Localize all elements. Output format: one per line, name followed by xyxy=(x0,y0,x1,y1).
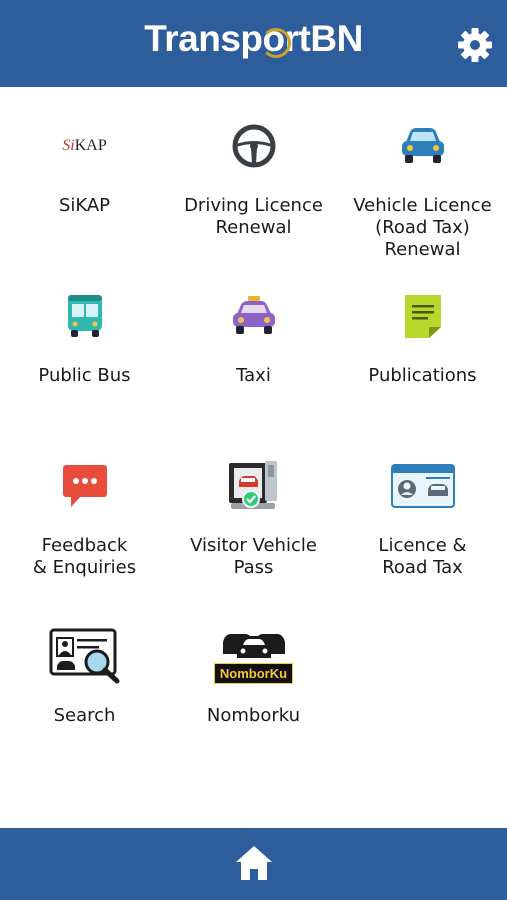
chat-bubble-icon xyxy=(62,465,107,507)
menu-item-vehicle-licence-renewal[interactable]: Vehicle Licence (Road Tax) Renewal xyxy=(338,88,507,260)
menu-item-feedback-enquiries[interactable]: Feedback & Enquiries xyxy=(0,428,169,598)
car-icon xyxy=(401,128,444,163)
home-icon[interactable] xyxy=(234,843,274,883)
bottom-nav-bar xyxy=(0,828,507,900)
menu-item-label: Vehicle Licence (Road Tax) Renewal xyxy=(353,195,492,260)
menu-item-sikap[interactable]: SiKAP SiKAP xyxy=(0,88,169,258)
menu-item-publications[interactable]: Publications xyxy=(338,258,507,428)
bus-icon xyxy=(67,295,102,337)
menu-item-visitor-vehicle-pass[interactable]: Visitor Vehicle Pass xyxy=(169,428,338,598)
id-search-icon xyxy=(49,628,119,684)
menu-item-licence-road-tax[interactable]: Licence & Road Tax xyxy=(338,428,507,598)
menu-item-label: Visitor Vehicle Pass xyxy=(190,535,317,578)
app-logo: Transpo rtBN xyxy=(144,18,363,59)
menu-item-label: Licence & Road Tax xyxy=(378,535,467,578)
document-icon xyxy=(404,295,441,338)
menu-item-label: Search xyxy=(53,705,116,726)
menu-item-label: SiKAP xyxy=(58,195,111,216)
app-header: Transpo rtBN xyxy=(0,0,507,87)
menu-item-search[interactable]: Search xyxy=(0,598,169,768)
nomborku-icon: NomborKu xyxy=(169,628,338,684)
menu-item-public-bus[interactable]: Public Bus xyxy=(0,258,169,428)
menu-item-label: Taxi xyxy=(236,365,271,386)
taxi-icon xyxy=(232,296,275,334)
steering-wheel-icon xyxy=(232,124,275,168)
menu-item-driving-licence-renewal[interactable]: Driving Licence Renewal xyxy=(169,88,338,258)
menu-item-nomborku[interactable]: NomborKu Nomborku xyxy=(169,598,338,768)
sikap-logo-icon: SiKAP xyxy=(62,137,107,154)
menu-item-label: Public Bus xyxy=(38,365,131,386)
menu-item-label: Driving Licence Renewal xyxy=(184,195,323,238)
menu-item-taxi[interactable]: Taxi xyxy=(169,258,338,428)
gear-icon[interactable] xyxy=(457,27,493,63)
menu-item-label: Feedback & Enquiries xyxy=(32,535,137,578)
menu-item-label: Nomborku xyxy=(206,705,301,726)
menu-item-label: Publications xyxy=(368,365,477,386)
licence-card-icon xyxy=(390,464,455,508)
visitor-pass-icon xyxy=(228,461,277,509)
